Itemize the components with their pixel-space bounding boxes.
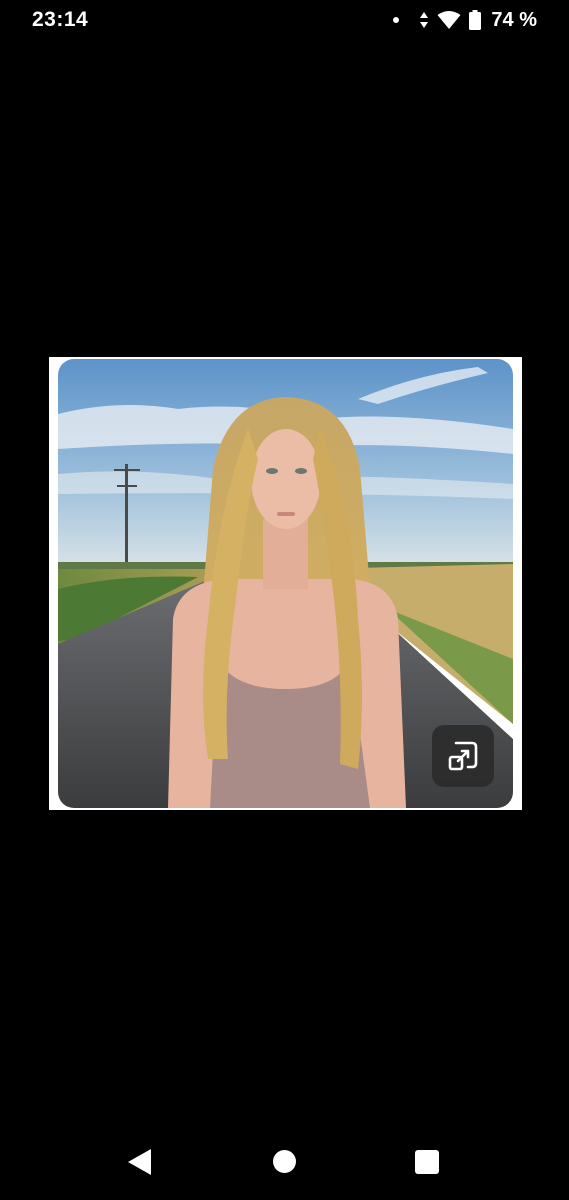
home-icon[interactable] [273, 1150, 296, 1173]
back-icon[interactable] [128, 1149, 152, 1180]
status-time: 23:14 [32, 8, 89, 31]
image-frame [49, 357, 522, 810]
status-bar: 23:14 74 % [0, 0, 569, 40]
battery-icon [469, 10, 482, 30]
photo[interactable] [58, 359, 513, 808]
notification-dot-icon [393, 17, 400, 23]
expand-icon [446, 739, 480, 773]
recents-icon[interactable] [415, 1150, 439, 1174]
wifi-icon [437, 10, 461, 30]
expand-button[interactable] [432, 725, 494, 787]
navigation-bar [0, 1130, 569, 1194]
battery-percent: 74 % [491, 8, 537, 31]
screen: 23:14 74 % [0, 0, 569, 1200]
data-arrows-icon [419, 11, 429, 29]
status-icons: 74 % [393, 6, 537, 34]
